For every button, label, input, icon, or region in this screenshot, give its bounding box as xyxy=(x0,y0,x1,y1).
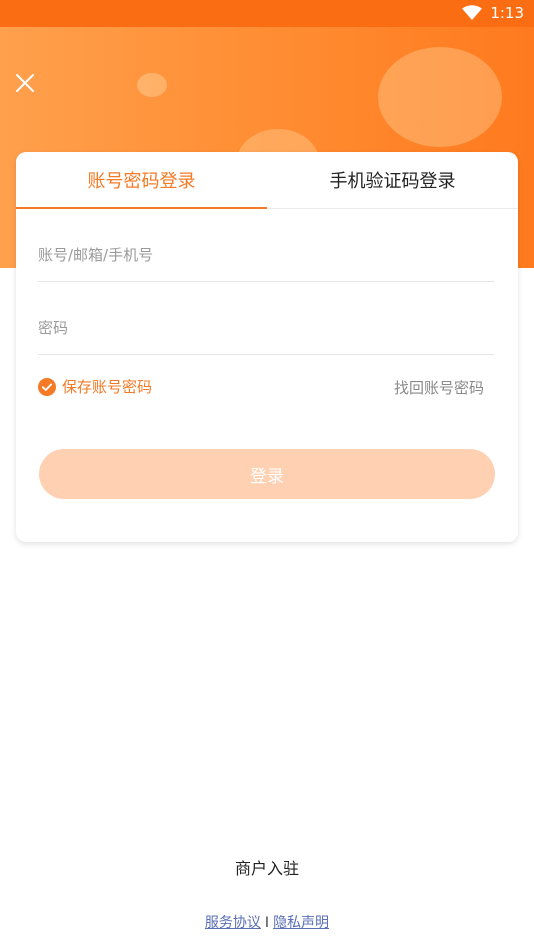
close-button[interactable] xyxy=(12,70,38,96)
password-field xyxy=(38,302,494,355)
privacy-policy-link[interactable]: 隐私声明 xyxy=(273,915,329,931)
footer-links: 服务协议 I 隐私声明 xyxy=(0,912,534,932)
forgot-password-link[interactable]: 找回账号密码 xyxy=(394,377,484,398)
status-bar: 1:13 xyxy=(0,0,534,27)
wifi-icon xyxy=(462,5,483,21)
remember-password-checkbox[interactable]: 保存账号密码 xyxy=(38,376,152,397)
login-card: 账号密码登录 手机验证码登录 保存账号密码 找回账号密码 登录 xyxy=(16,152,518,542)
merchant-register-link[interactable]: 商户入驻 xyxy=(0,855,534,879)
check-circle-icon xyxy=(38,377,56,396)
remember-label: 保存账号密码 xyxy=(62,378,153,396)
tab-password-login[interactable]: 账号密码登录 xyxy=(16,152,267,209)
account-field xyxy=(38,229,494,282)
tab-label: 手机验证码登录 xyxy=(329,171,456,192)
tab-sms-login[interactable]: 手机验证码登录 xyxy=(267,152,518,208)
status-right: 1:13 xyxy=(462,4,524,22)
close-icon xyxy=(16,74,34,92)
login-tabs: 账号密码登录 手机验证码登录 xyxy=(16,152,518,209)
decor-bubble xyxy=(378,47,502,147)
status-time: 1:13 xyxy=(490,4,524,22)
tab-label: 账号密码登录 xyxy=(87,171,196,192)
service-agreement-link[interactable]: 服务协议 xyxy=(205,915,261,931)
account-input[interactable] xyxy=(38,229,494,281)
footer-separator: I xyxy=(264,915,270,931)
decor-bubble xyxy=(137,73,167,97)
password-input[interactable] xyxy=(38,302,494,354)
login-button[interactable]: 登录 xyxy=(39,449,495,499)
